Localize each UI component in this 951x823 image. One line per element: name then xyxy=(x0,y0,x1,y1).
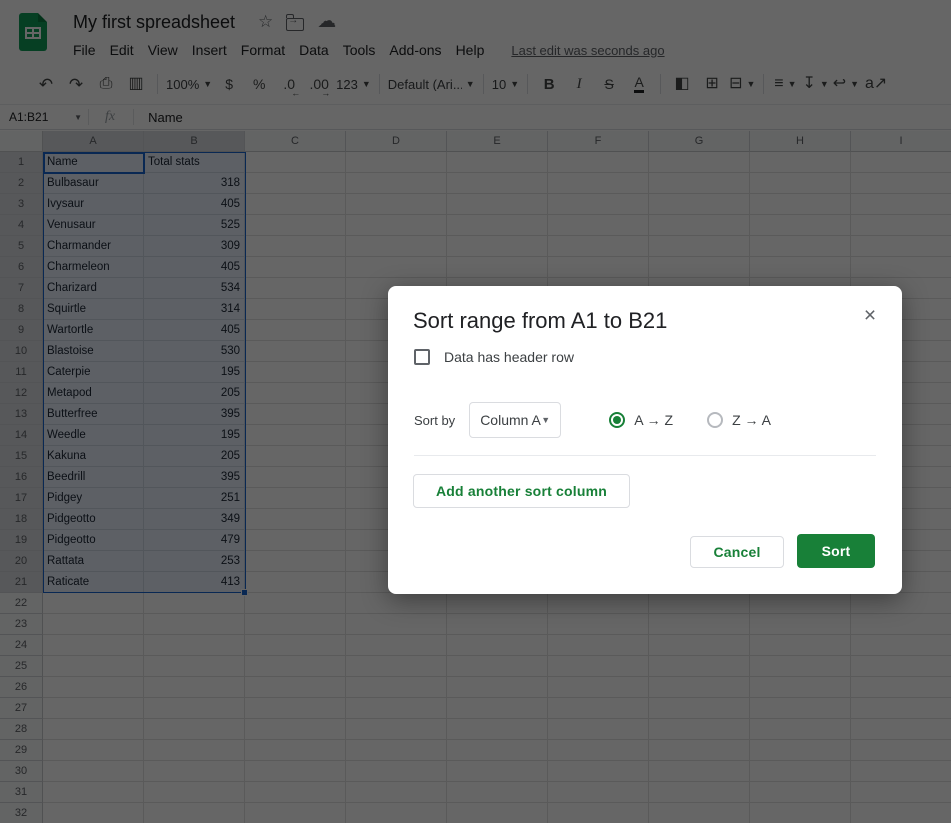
sort-column-select[interactable]: Column A ▼ xyxy=(469,402,562,438)
sort-column-value: Column A xyxy=(480,412,541,428)
order-asc-label: A → Z xyxy=(634,412,674,428)
header-row-checkbox-label: Data has header row xyxy=(444,349,574,365)
order-desc-radio[interactable] xyxy=(707,412,724,428)
close-icon[interactable]: × xyxy=(856,302,884,330)
order-desc-label: Z → A xyxy=(732,412,771,428)
sort-by-label: Sort by xyxy=(414,412,456,428)
google-sheets-window: My first spreadsheet ☆ → ☁✓ FileEditView… xyxy=(0,0,951,823)
sort-range-dialog: Sort range from A1 to B21 × Data has hea… xyxy=(388,286,902,594)
order-desc-option[interactable]: Z → A xyxy=(707,412,771,428)
add-sort-column-button[interactable]: Add another sort column xyxy=(413,474,630,508)
cancel-button[interactable]: Cancel xyxy=(690,536,784,568)
sort-by-row: Sort by Column A ▼ A → Z Z → A xyxy=(414,402,771,438)
order-asc-radio[interactable] xyxy=(609,412,626,428)
header-row-checkbox[interactable] xyxy=(414,349,430,365)
dialog-divider xyxy=(414,455,876,456)
order-asc-option[interactable]: A → Z xyxy=(609,412,673,428)
header-row-option: Data has header row xyxy=(414,349,574,365)
sort-order-options: A → Z Z → A xyxy=(609,412,771,428)
chevron-down-icon: ▼ xyxy=(541,415,551,425)
sort-button[interactable]: Sort xyxy=(797,534,875,568)
dialog-title: Sort range from A1 to B21 xyxy=(413,308,668,333)
